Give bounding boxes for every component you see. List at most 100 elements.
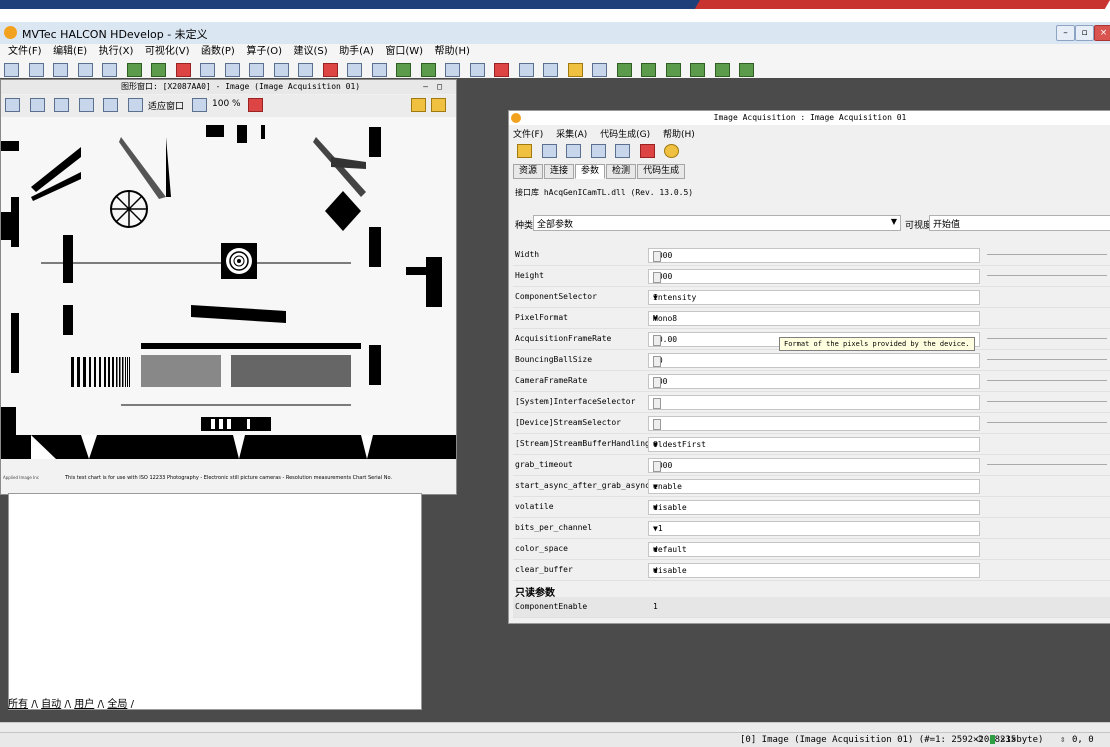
menu-help[interactable]: 帮助(H)	[435, 44, 470, 60]
step-out-icon[interactable]	[469, 63, 485, 77]
step-into-icon[interactable]	[151, 63, 166, 77]
zoom-level-icon[interactable]	[191, 98, 207, 112]
dialog-menu-help[interactable]: 帮助(H)	[663, 130, 695, 140]
new-file-icon[interactable]	[4, 63, 19, 77]
reset-icon[interactable]	[518, 63, 534, 77]
param-slider[interactable]	[987, 380, 1107, 381]
chart-icon-6[interactable]	[739, 63, 754, 77]
tab-connection[interactable]: 连接	[544, 164, 575, 179]
open-file-icon[interactable]	[28, 63, 44, 77]
param-value-field[interactable]: OldestFirst ▼	[648, 437, 980, 452]
open-icon[interactable]	[517, 144, 532, 158]
spin-icon[interactable]	[653, 356, 661, 367]
copy-icon[interactable]	[224, 63, 240, 77]
param-value-field[interactable]: 5000	[648, 458, 980, 473]
dropdown-icon[interactable]: ▼	[653, 566, 975, 575]
dialog-menu-codegen[interactable]: 代码生成(G)	[600, 130, 650, 140]
step-over-icon[interactable]	[126, 63, 142, 77]
dropdown-icon[interactable]: ▼	[653, 545, 975, 554]
tab-code-generation[interactable]: 代码生成	[637, 164, 686, 179]
menu-visualization[interactable]: 可视化(V)	[145, 44, 190, 60]
color-icon[interactable]	[248, 98, 264, 112]
tab-all[interactable]: 所有	[8, 699, 28, 710]
select-icon[interactable]	[29, 98, 45, 112]
magnify-icon[interactable]	[78, 98, 94, 112]
param-value-field[interactable]: default ▼	[648, 542, 980, 557]
insert-icon[interactable]	[347, 63, 362, 77]
record-icon[interactable]	[175, 63, 191, 77]
param-value-field[interactable]: 20	[648, 353, 980, 368]
param-slider[interactable]	[987, 338, 1107, 339]
fit-window-label[interactable]: 适应窗口	[148, 99, 184, 112]
zoom-icon[interactable]	[103, 98, 118, 112]
dropdown-icon[interactable]: ▼	[653, 503, 975, 512]
print-icon[interactable]	[102, 63, 117, 77]
zoom-level[interactable]: 100 %	[212, 99, 241, 109]
snap-icon[interactable]	[590, 144, 606, 158]
dropdown-icon[interactable]: ▼	[653, 293, 975, 302]
param-value-field[interactable]: 2000	[648, 269, 980, 284]
step-forward-icon[interactable]	[445, 63, 460, 77]
param-value-field[interactable]: 0	[648, 416, 980, 431]
chart-icon-4[interactable]	[690, 63, 705, 77]
image-window-icon[interactable]	[371, 63, 387, 77]
stop-icon[interactable]	[494, 63, 509, 77]
hand-icon[interactable]	[54, 98, 69, 112]
spin-icon[interactable]	[653, 398, 661, 409]
tab-auto[interactable]: 自动	[41, 699, 61, 710]
dropdown-icon[interactable]: ▼	[653, 314, 975, 323]
param-slider[interactable]	[987, 254, 1107, 255]
menu-suggestions[interactable]: 建议(S)	[294, 44, 328, 60]
run-icon[interactable]	[396, 63, 411, 77]
tab-detect[interactable]: 检测	[606, 164, 637, 179]
live-icon[interactable]	[615, 144, 630, 158]
tab-global[interactable]: 全局	[107, 699, 127, 710]
help-icon[interactable]	[664, 144, 679, 158]
menu-edit[interactable]: 编辑(E)	[53, 44, 87, 60]
close-button[interactable]: ×	[1094, 25, 1110, 41]
spin-icon[interactable]	[653, 377, 661, 388]
cut-icon[interactable]	[200, 63, 215, 77]
record-icon-dialog[interactable]	[639, 144, 655, 158]
find-icon[interactable]	[322, 63, 338, 77]
spin-icon[interactable]	[653, 251, 661, 262]
spin-icon[interactable]	[653, 461, 661, 472]
chart-icon-1[interactable]	[616, 63, 632, 77]
menu-file[interactable]: 文件(F)	[8, 44, 42, 60]
fit-window-icon[interactable]	[127, 98, 143, 112]
test-chart-image[interactable]: This test chart is for use with ISO 1223…	[1, 117, 456, 494]
gfx-maximize-button[interactable]: □	[437, 80, 442, 94]
menu-operators[interactable]: 算子(O)	[246, 44, 282, 60]
param-value-field[interactable]: Intensity ▼	[648, 290, 980, 305]
param-value-field[interactable]: -1 ▼	[648, 521, 980, 536]
dropdown-icon[interactable]: ▼	[653, 524, 975, 533]
dropdown-icon[interactable]: ▼	[653, 440, 975, 449]
tab-resources[interactable]: 资源	[513, 164, 544, 179]
menu-functions[interactable]: 函数(P)	[201, 44, 235, 60]
menu-execute[interactable]: 执行(X)	[99, 44, 134, 60]
gfx-minimize-button[interactable]: –	[423, 80, 428, 94]
settings-icon[interactable]	[431, 98, 446, 112]
step-icon[interactable]	[420, 63, 436, 77]
save-icon-dialog[interactable]	[541, 144, 557, 158]
param-value-field[interactable]: disable ▼	[648, 563, 980, 578]
clear-window-icon[interactable]	[5, 98, 20, 112]
connect-icon[interactable]	[566, 144, 581, 158]
variable-window[interactable]	[8, 493, 422, 710]
spin-icon[interactable]	[653, 272, 661, 283]
minimize-button[interactable]: –	[1056, 25, 1075, 41]
activate-icon[interactable]	[567, 63, 583, 77]
dialog-menu-acquire[interactable]: 采集(A)	[556, 130, 587, 140]
paste-icon[interactable]	[249, 63, 264, 77]
spin-icon[interactable]	[653, 419, 661, 430]
param-slider[interactable]	[987, 275, 1107, 276]
param-value-field[interactable]: 0	[648, 395, 980, 410]
restore-button[interactable]: ▫	[1075, 25, 1094, 41]
visibility-select[interactable]: 开始值	[929, 215, 1110, 231]
param-value-field[interactable]: enable ▼	[648, 479, 980, 494]
save-icon[interactable]	[77, 63, 93, 77]
breakpoint-icon[interactable]	[543, 63, 558, 77]
tab-parameters[interactable]: 参数	[575, 164, 606, 179]
chart-icon-5[interactable]	[714, 63, 730, 77]
open-example-icon[interactable]	[53, 63, 68, 77]
